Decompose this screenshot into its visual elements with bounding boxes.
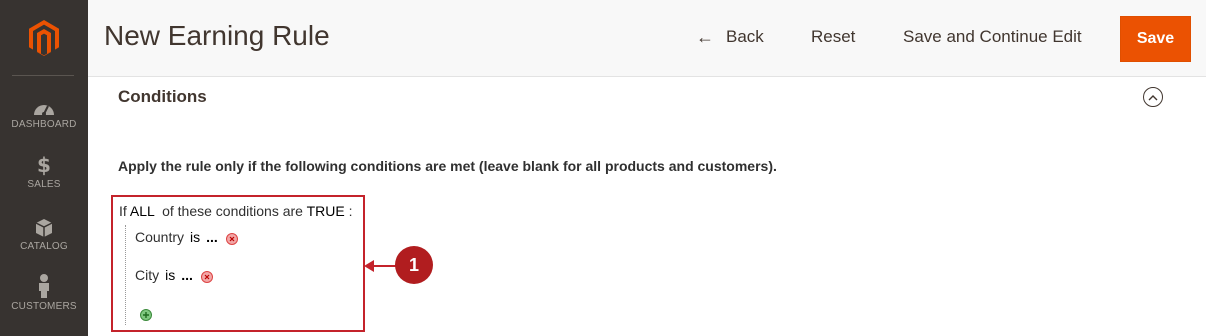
dashboard-icon	[33, 90, 55, 116]
person-icon	[36, 272, 52, 298]
arrow-left-icon: ←	[696, 27, 714, 47]
condition-operator[interactable]: is	[190, 229, 200, 245]
condition-row-city: City is ...	[135, 267, 213, 283]
condition-if-label: If	[119, 203, 127, 219]
page-title: New Earning Rule	[104, 20, 330, 51]
sidebar-item-catalog[interactable]: CATALOG	[0, 212, 88, 274]
sidebar-item-dashboard[interactable]: DASHBOARD	[0, 90, 88, 152]
condition-row-country: Country is ...	[135, 229, 238, 245]
sidebar-item-label: CATALOG	[20, 241, 68, 252]
aggregator-selector[interactable]: ALL	[130, 203, 154, 219]
page-header: New Earning Rule ← Back Reset Save and C…	[88, 0, 1206, 77]
condition-attribute: Country	[135, 229, 185, 245]
back-label: Back	[726, 27, 764, 46]
callout-arrow-icon	[364, 260, 374, 272]
callout-number-badge: 1	[395, 246, 433, 284]
back-button[interactable]: ← Back	[696, 27, 764, 47]
magento-logo-icon	[29, 19, 59, 56]
sidebar-item-sales[interactable]: $ SALES	[0, 150, 88, 212]
cube-icon	[34, 212, 54, 238]
condition-mid-label: of these conditions are	[162, 203, 303, 219]
remove-condition-icon[interactable]	[225, 232, 238, 245]
remove-condition-icon[interactable]	[200, 270, 213, 283]
admin-sidebar: DASHBOARD $ SALES CATALOG CUSTOMERS	[0, 0, 88, 336]
sidebar-item-label: DASHBOARD	[11, 119, 77, 130]
save-button[interactable]: Save	[1120, 16, 1191, 62]
condition-tree-line	[125, 225, 126, 325]
sidebar-divider	[12, 75, 74, 76]
condition-value[interactable]: ...	[206, 229, 218, 245]
conditions-description: Apply the rule only if the following con…	[118, 158, 777, 174]
conditions-header: If ALL of these conditions are TRUE :	[119, 203, 353, 219]
conditions-section-title[interactable]: Conditions	[118, 87, 207, 107]
sidebar-item-label: SALES	[27, 179, 61, 190]
add-condition-icon[interactable]	[140, 309, 152, 321]
sidebar-item-customers[interactable]: CUSTOMERS	[0, 272, 88, 334]
magento-logo[interactable]	[0, 0, 88, 75]
sidebar-item-label: CUSTOMERS	[11, 301, 77, 312]
condition-value[interactable]: ...	[181, 267, 193, 283]
save-and-continue-button[interactable]: Save and Continue Edit	[903, 27, 1082, 47]
value-selector[interactable]: TRUE	[307, 203, 345, 219]
conditions-highlight-box: If ALL of these conditions are TRUE : Co…	[111, 195, 365, 332]
condition-operator[interactable]: is	[165, 267, 175, 283]
condition-end-label: :	[348, 203, 353, 219]
collapse-chevron-up-icon[interactable]	[1143, 87, 1163, 107]
dollar-icon: $	[37, 153, 51, 177]
reset-button[interactable]: Reset	[811, 27, 855, 47]
condition-attribute: City	[135, 267, 160, 283]
